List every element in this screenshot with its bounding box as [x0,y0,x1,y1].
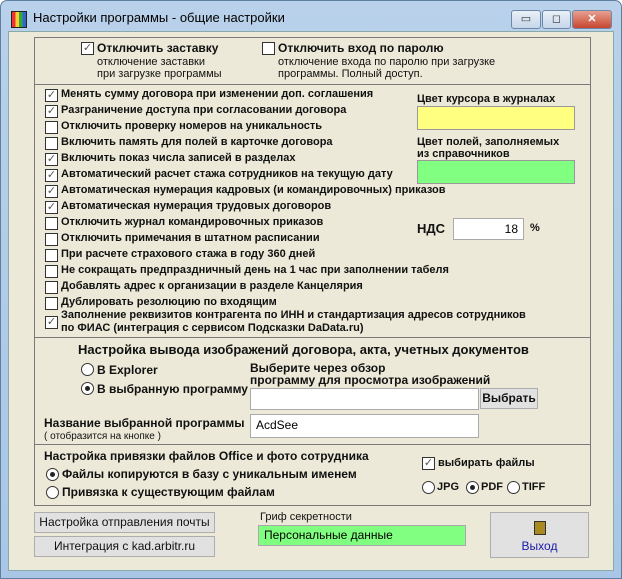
fields-color-label: Цвет полей, заполняемых [417,136,560,148]
option-label: Включить показ числа записей в разделах [61,152,296,164]
option-checkbox[interactable] [45,297,58,310]
choose-files-label: выбирать файлы [438,457,535,469]
password-label: Отключить вход по паролю [278,41,444,55]
jpg-label: JPG [437,481,460,493]
files-section-title: Настройка привязки файлов Office и фото … [44,449,369,463]
option-checkbox[interactable]: ✓ [45,89,58,102]
tiff-label: TIFF [522,481,546,493]
option-label: Автоматический расчет стажа сотрудников … [61,168,393,180]
option-label: Разграничение доступа при согласовании д… [61,104,347,116]
program-label: В выбранную программу [97,382,248,396]
vat-unit: % [530,222,540,234]
exit-door-icon [533,521,546,535]
program-radio[interactable] [81,382,94,395]
explorer-label: В Explorer [97,363,158,377]
dadata-label: по ФИАС (интеграция с сервисом Подсказки… [61,322,364,334]
option-checkbox[interactable]: ✓ [45,185,58,198]
option-label: Менять сумму договора при изменении доп.… [61,88,374,100]
splash-label: Отключить заставку [97,41,219,55]
dadata-label: Заполнение реквизитов контрагента по ИНН… [61,309,526,321]
browse-hint: программу для просмотра изображений [250,373,491,387]
cursor-color-label: Цвет курсора в журналах [417,93,556,105]
explorer-radio[interactable] [81,363,94,376]
cursor-color-swatch[interactable] [417,106,575,130]
password-desc: программы. Полный доступ. [278,68,423,80]
option-checkbox[interactable] [45,137,58,150]
link-label: Привязка к существующим файлам [62,485,275,499]
option-checkbox[interactable]: ✓ [45,105,58,118]
splash-desc: при загрузке программы [97,68,222,80]
splash-checkbox[interactable]: ✓ [81,42,94,55]
divider [34,444,591,445]
jpg-radio[interactable] [422,481,435,494]
secrecy-field[interactable]: Персональные данные [258,525,466,546]
option-label: Автоматическая нумерация трудовых догово… [61,200,332,212]
password-desc: отключение входа по паролю при загрузке [278,56,496,68]
fields-color-swatch[interactable] [417,160,575,184]
program-name-hint: ( отобразится на кнопке ) [44,431,161,442]
option-label: Автоматическая нумерация кадровых (и ком… [61,184,446,196]
vat-label: НДС [417,221,446,236]
option-checkbox[interactable]: ✓ [45,153,58,166]
password-checkbox[interactable] [262,42,275,55]
choose-files-checkbox[interactable]: ✓ [422,457,435,470]
divider [34,84,591,85]
option-checkbox[interactable] [45,249,58,262]
vat-input[interactable]: 18 [453,218,524,240]
app-icon [11,11,27,28]
kad-integration-button[interactable]: Интеграция с kad.arbitr.ru [34,536,215,557]
close-button[interactable]: ✕ [572,10,612,29]
program-name-label: Название выбранной программы [44,416,245,430]
option-label: Отключить журнал командировочных приказо… [61,216,324,228]
option-label: Добавлять адрес к организации в разделе … [61,280,363,292]
images-section-title: Настройка вывода изображений договора, а… [78,342,529,357]
link-radio[interactable] [46,486,59,499]
pdf-radio[interactable] [466,481,479,494]
fields-color-label: из справочников [417,148,510,160]
option-label: При расчете страхового стажа в году 360 … [61,248,316,260]
mail-settings-button[interactable]: Настройка отправления почты [34,512,215,533]
copy-label: Файлы копируются в базу с уникальным име… [62,467,357,481]
secrecy-label: Гриф секретности [260,511,352,523]
option-label: Дублировать резолюцию по входящим [61,296,277,308]
copy-radio[interactable] [46,468,59,481]
divider [34,337,591,338]
tiff-radio[interactable] [507,481,520,494]
option-checkbox[interactable] [45,121,58,134]
program-path-input[interactable] [250,388,479,410]
option-label: Не сокращать предпраздничный день на 1 ч… [61,264,449,276]
option-label: Отключить примечания в штатном расписани… [61,232,320,244]
window-title: Настройки программы - общие настройки [33,10,285,25]
exit-button[interactable]: Выход [490,512,589,558]
maximize-button[interactable]: ◻ [542,10,571,29]
option-checkbox[interactable] [45,265,58,278]
dadata-checkbox[interactable]: ✓ [45,316,58,329]
option-checkbox[interactable]: ✓ [45,169,58,182]
splash-desc: отключение заставки [97,56,206,68]
option-checkbox[interactable] [45,281,58,294]
option-label: Включить память для полей в карточке дог… [61,136,333,148]
browse-button[interactable]: Выбрать [480,388,538,409]
option-checkbox[interactable] [45,217,58,230]
option-checkbox[interactable] [45,233,58,246]
option-checkbox[interactable]: ✓ [45,201,58,214]
exit-label: Выход [521,539,558,553]
minimize-button[interactable]: ▭ [511,10,541,29]
option-label: Отключить проверку номеров на уникальнос… [61,120,323,132]
program-name-input[interactable]: AcdSee [250,414,479,438]
pdf-label: PDF [481,481,503,493]
